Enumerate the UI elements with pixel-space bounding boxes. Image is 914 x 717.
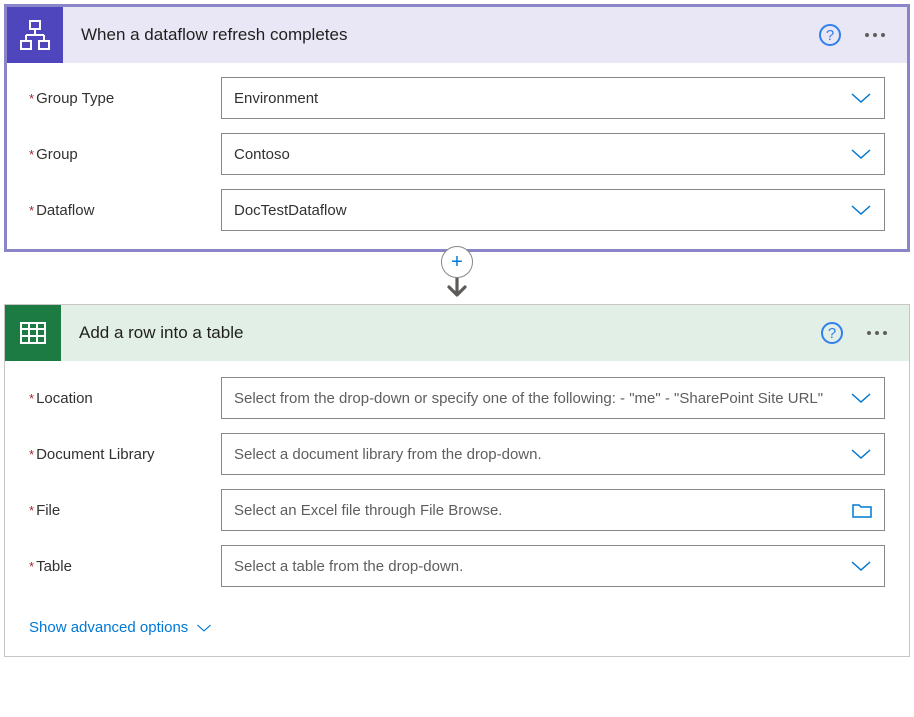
action-card: Add a row into a table ? * Location Sele…	[4, 304, 910, 657]
group-type-value: Environment	[234, 90, 842, 107]
required-marker: *	[29, 390, 34, 405]
dataflow-select[interactable]: DocTestDataflow	[221, 189, 885, 231]
folder-icon[interactable]	[852, 502, 872, 518]
trigger-title: When a dataflow refresh completes	[63, 25, 819, 45]
table-placeholder: Select a table from the drop-down.	[234, 558, 842, 575]
required-marker: *	[29, 502, 34, 517]
dataflow-label: Dataflow	[36, 202, 94, 219]
group-type-label: Group Type	[36, 90, 114, 107]
show-advanced-options-link[interactable]: Show advanced options	[29, 601, 212, 636]
table-label: Table	[36, 558, 72, 575]
action-title: Add a row into a table	[61, 323, 821, 343]
more-icon[interactable]	[859, 27, 891, 43]
required-marker: *	[29, 446, 34, 461]
chevron-down-icon	[850, 204, 872, 216]
help-icon[interactable]: ?	[819, 24, 841, 46]
trigger-card: When a dataflow refresh completes ? * Gr…	[4, 4, 910, 252]
group-select[interactable]: Contoso	[221, 133, 885, 175]
file-input[interactable]: Select an Excel file through File Browse…	[221, 489, 885, 531]
library-label: Document Library	[36, 446, 154, 463]
chevron-down-icon	[850, 560, 872, 572]
location-select[interactable]: Select from the drop-down or specify one…	[221, 377, 885, 419]
trigger-body: * Group Type Environment * Group Contoso…	[7, 63, 907, 249]
chevron-down-icon	[850, 92, 872, 104]
table-select[interactable]: Select a table from the drop-down.	[221, 545, 885, 587]
connector: +	[4, 246, 910, 298]
table-row: * Table Select a table from the drop-dow…	[29, 545, 885, 587]
required-marker: *	[29, 90, 34, 105]
location-label: Location	[36, 390, 93, 407]
action-header[interactable]: Add a row into a table ?	[5, 305, 909, 361]
chevron-down-icon	[850, 392, 872, 404]
library-row: * Document Library Select a document lib…	[29, 433, 885, 475]
required-marker: *	[29, 202, 34, 217]
more-icon[interactable]	[861, 325, 893, 341]
group-type-select[interactable]: Environment	[221, 77, 885, 119]
file-row: * File Select an Excel file through File…	[29, 489, 885, 531]
location-row: * Location Select from the drop-down or …	[29, 377, 885, 419]
group-row: * Group Contoso	[29, 133, 885, 175]
action-body: * Location Select from the drop-down or …	[5, 361, 909, 656]
required-marker: *	[29, 558, 34, 573]
library-select[interactable]: Select a document library from the drop-…	[221, 433, 885, 475]
group-label: Group	[36, 146, 78, 163]
excel-icon	[5, 305, 61, 361]
chevron-down-icon	[196, 623, 212, 633]
group-value: Contoso	[234, 146, 842, 163]
location-placeholder: Select from the drop-down or specify one…	[234, 390, 842, 407]
chevron-down-icon	[850, 448, 872, 460]
chevron-down-icon	[850, 148, 872, 160]
group-type-row: * Group Type Environment	[29, 77, 885, 119]
library-placeholder: Select a document library from the drop-…	[234, 446, 842, 463]
dataflow-row: * Dataflow DocTestDataflow	[29, 189, 885, 231]
trigger-header[interactable]: When a dataflow refresh completes ?	[7, 7, 907, 63]
advanced-options-label: Show advanced options	[29, 619, 188, 636]
required-marker: *	[29, 146, 34, 161]
add-step-button[interactable]: +	[441, 246, 473, 278]
file-placeholder: Select an Excel file through File Browse…	[234, 502, 844, 519]
arrow-down-icon	[445, 276, 469, 298]
dataflow-icon	[7, 7, 63, 63]
file-label: File	[36, 502, 60, 519]
dataflow-value: DocTestDataflow	[234, 202, 842, 219]
help-icon[interactable]: ?	[821, 322, 843, 344]
